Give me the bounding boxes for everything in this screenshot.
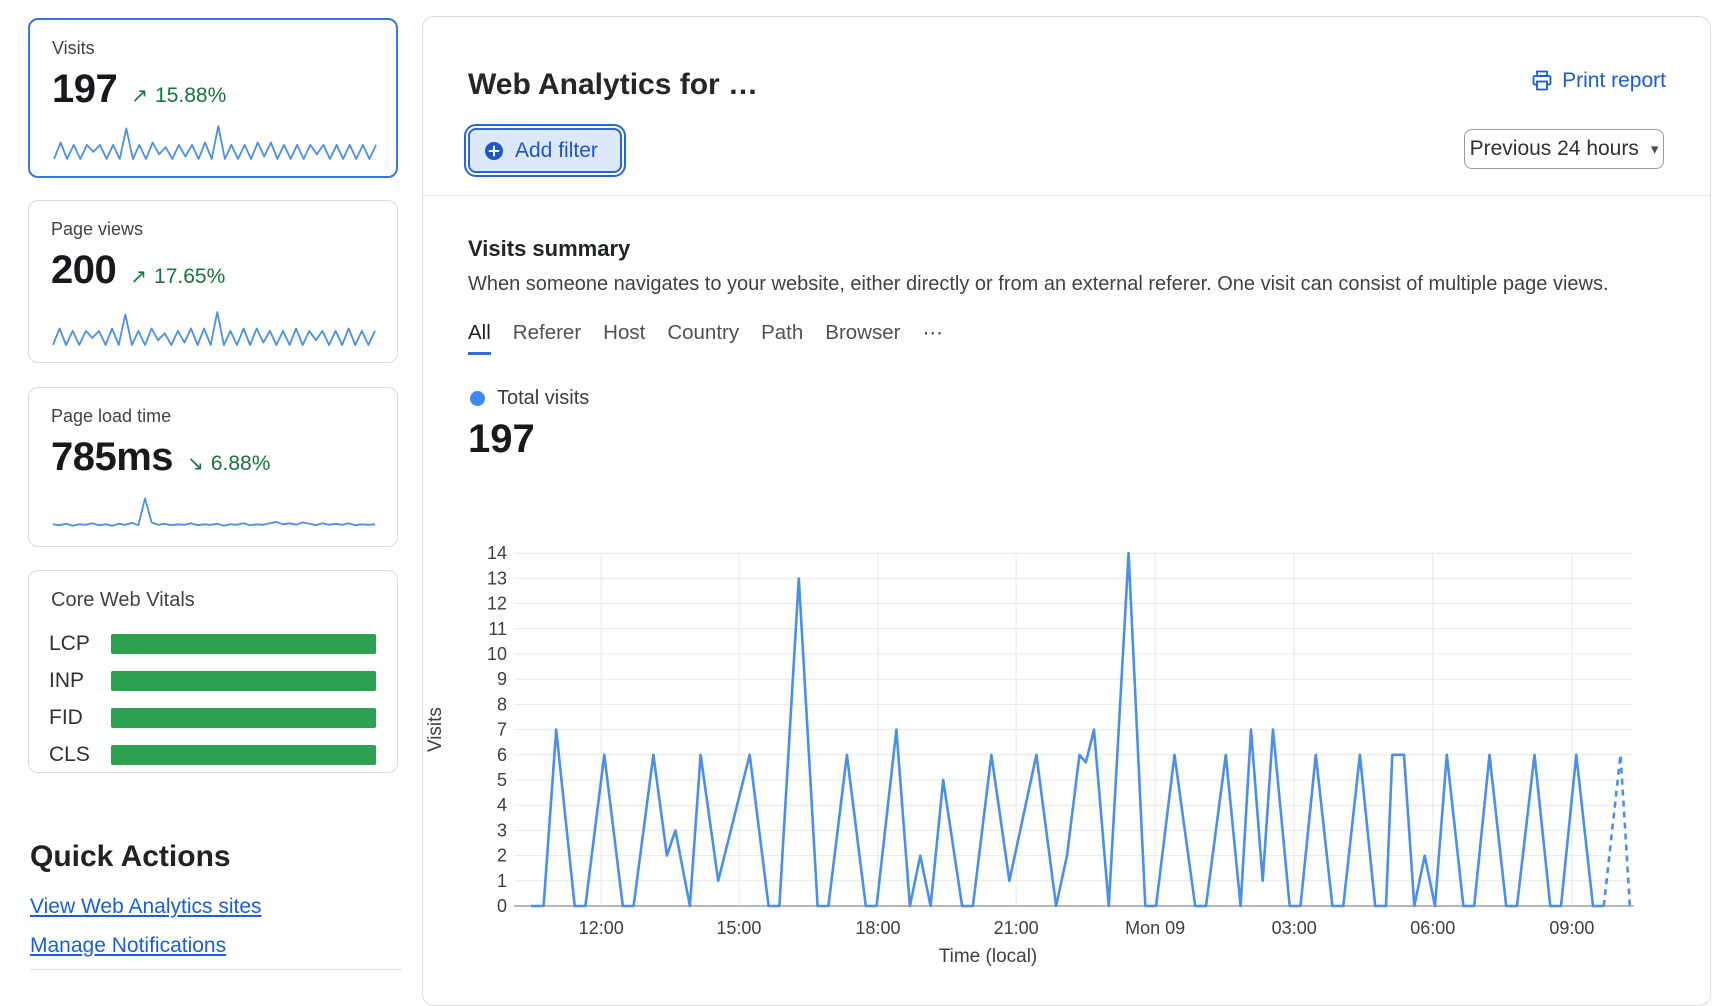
page-load-time-sparkline [51, 492, 377, 532]
svg-text:3: 3 [497, 820, 507, 840]
metric-label: Visits [52, 38, 374, 59]
trend-up-arrow-icon: ↗ [131, 83, 148, 107]
svg-text:03:00: 03:00 [1272, 918, 1317, 938]
quick-actions-title: Quick Actions [30, 840, 231, 874]
add-filter-button[interactable]: Add filter [468, 128, 622, 173]
cwv-label: LCP [49, 632, 111, 656]
tab-referer[interactable]: Referer [513, 321, 581, 355]
tab-path[interactable]: Path [761, 321, 803, 355]
chevron-down-icon: ▾ [1651, 140, 1659, 158]
tab-all[interactable]: All [468, 321, 491, 355]
trend-value: 17.65% [154, 265, 225, 289]
metric-value-row: 785ms ↘ 6.88% [51, 435, 375, 480]
svg-text:12: 12 [487, 594, 507, 614]
svg-text:5: 5 [497, 770, 507, 790]
visits-summary-description: When someone navigates to your website, … [468, 273, 1609, 296]
add-filter-label: Add filter [515, 139, 598, 163]
trend-value: 15.88% [155, 84, 226, 108]
svg-text:7: 7 [497, 720, 507, 740]
trend-value: 6.88% [211, 452, 271, 476]
svg-text:15:00: 15:00 [716, 918, 761, 938]
page-title: Web Analytics for … [468, 68, 758, 102]
svg-text:10: 10 [487, 644, 507, 664]
core-web-vitals-title: Core Web Vitals [29, 589, 397, 612]
cwv-bar-inp [111, 671, 376, 691]
cwv-label: FID [49, 706, 111, 730]
svg-text:2: 2 [497, 846, 507, 866]
visits-line-chart: 0123456789101112131412:0015:0018:0021:00… [423, 541, 1693, 981]
svg-text:13: 13 [487, 568, 507, 588]
manage-notifications-link[interactable]: Manage Notifications [30, 934, 226, 958]
print-report-link[interactable]: Print report [1531, 69, 1666, 93]
svg-text:18:00: 18:00 [855, 918, 900, 938]
cwv-row-lcp: LCP [29, 634, 397, 654]
cwv-row-inp: INP [29, 671, 397, 691]
svg-text:14: 14 [487, 543, 507, 563]
tab-country[interactable]: Country [667, 321, 739, 355]
dimension-tabs: All Referer Host Country Path Browser ⋯ [468, 321, 943, 355]
svg-text:4: 4 [497, 795, 507, 815]
metric-value-row: 200 ↗ 17.65% [51, 248, 375, 293]
header-divider [423, 195, 1710, 196]
svg-text:8: 8 [497, 694, 507, 714]
svg-text:6: 6 [497, 745, 507, 765]
legend-dot-icon [470, 391, 485, 406]
metrics-sidebar: Visits 197 ↗ 15.88% Page views 200 ↗ 17.65… [28, 0, 398, 988]
metric-value: 200 [51, 248, 116, 293]
core-web-vitals-card: Core Web Vitals LCP INP FID CLS [28, 570, 398, 773]
cwv-bar-cls [111, 745, 376, 765]
time-period-select[interactable]: Previous 24 hours ▾ [1464, 129, 1664, 169]
svg-text:0: 0 [497, 896, 507, 916]
cwv-bar-fid [111, 708, 376, 728]
metric-card-page-views[interactable]: Page views 200 ↗ 17.65% [28, 200, 398, 363]
cwv-row-cls: CLS [29, 745, 397, 765]
metric-label: Page views [51, 219, 375, 240]
svg-text:21:00: 21:00 [994, 918, 1039, 938]
print-report-label: Print report [1562, 69, 1666, 93]
cwv-label: INP [49, 669, 111, 693]
metric-card-page-load-time[interactable]: Page load time 785ms ↘ 6.88% [28, 387, 398, 547]
printer-icon [1531, 70, 1553, 92]
svg-text:12:00: 12:00 [579, 918, 624, 938]
metric-label: Page load time [51, 406, 375, 427]
view-web-analytics-sites-link[interactable]: View Web Analytics sites [30, 895, 262, 919]
svg-text:Time (local): Time (local) [939, 946, 1038, 967]
svg-text:9: 9 [497, 669, 507, 689]
trend-indicator: ↗ 15.88% [131, 83, 226, 108]
visits-sparkline [52, 122, 378, 162]
cwv-label: CLS [49, 743, 111, 767]
metric-value-row: 197 ↗ 15.88% [52, 67, 374, 112]
cwv-row-fid: FID [29, 708, 397, 728]
cwv-bar-lcp [111, 634, 376, 654]
web-analytics-panel: Web Analytics for … Print report Add fil… [422, 16, 1711, 1006]
sidebar-divider [30, 969, 402, 970]
trend-down-arrow-icon: ↘ [187, 451, 204, 475]
svg-text:09:00: 09:00 [1549, 918, 1594, 938]
time-period-value: Previous 24 hours [1470, 137, 1639, 161]
svg-text:11: 11 [488, 619, 507, 639]
svg-text:06:00: 06:00 [1410, 918, 1455, 938]
svg-text:Mon 09: Mon 09 [1125, 918, 1185, 938]
total-visits-value: 197 [468, 417, 535, 462]
metric-value: 785ms [51, 435, 173, 480]
tab-more[interactable]: ⋯ [922, 321, 943, 355]
svg-text:Visits: Visits [425, 707, 446, 752]
page-views-sparkline [51, 308, 377, 348]
tab-browser[interactable]: Browser [825, 321, 900, 355]
legend-label: Total visits [497, 387, 589, 410]
trend-indicator: ↘ 6.88% [187, 451, 270, 476]
metric-value: 197 [52, 67, 117, 112]
svg-text:1: 1 [497, 871, 507, 891]
visits-summary-title: Visits summary [468, 236, 630, 262]
trend-indicator: ↗ 17.65% [130, 264, 225, 289]
plus-circle-icon [484, 141, 504, 161]
chart-legend: Total visits [470, 387, 589, 410]
metric-card-visits[interactable]: Visits 197 ↗ 15.88% [28, 18, 398, 178]
core-web-vitals-rows: LCP INP FID CLS [29, 634, 397, 765]
trend-up-arrow-icon: ↗ [130, 264, 147, 288]
tab-host[interactable]: Host [603, 321, 645, 355]
